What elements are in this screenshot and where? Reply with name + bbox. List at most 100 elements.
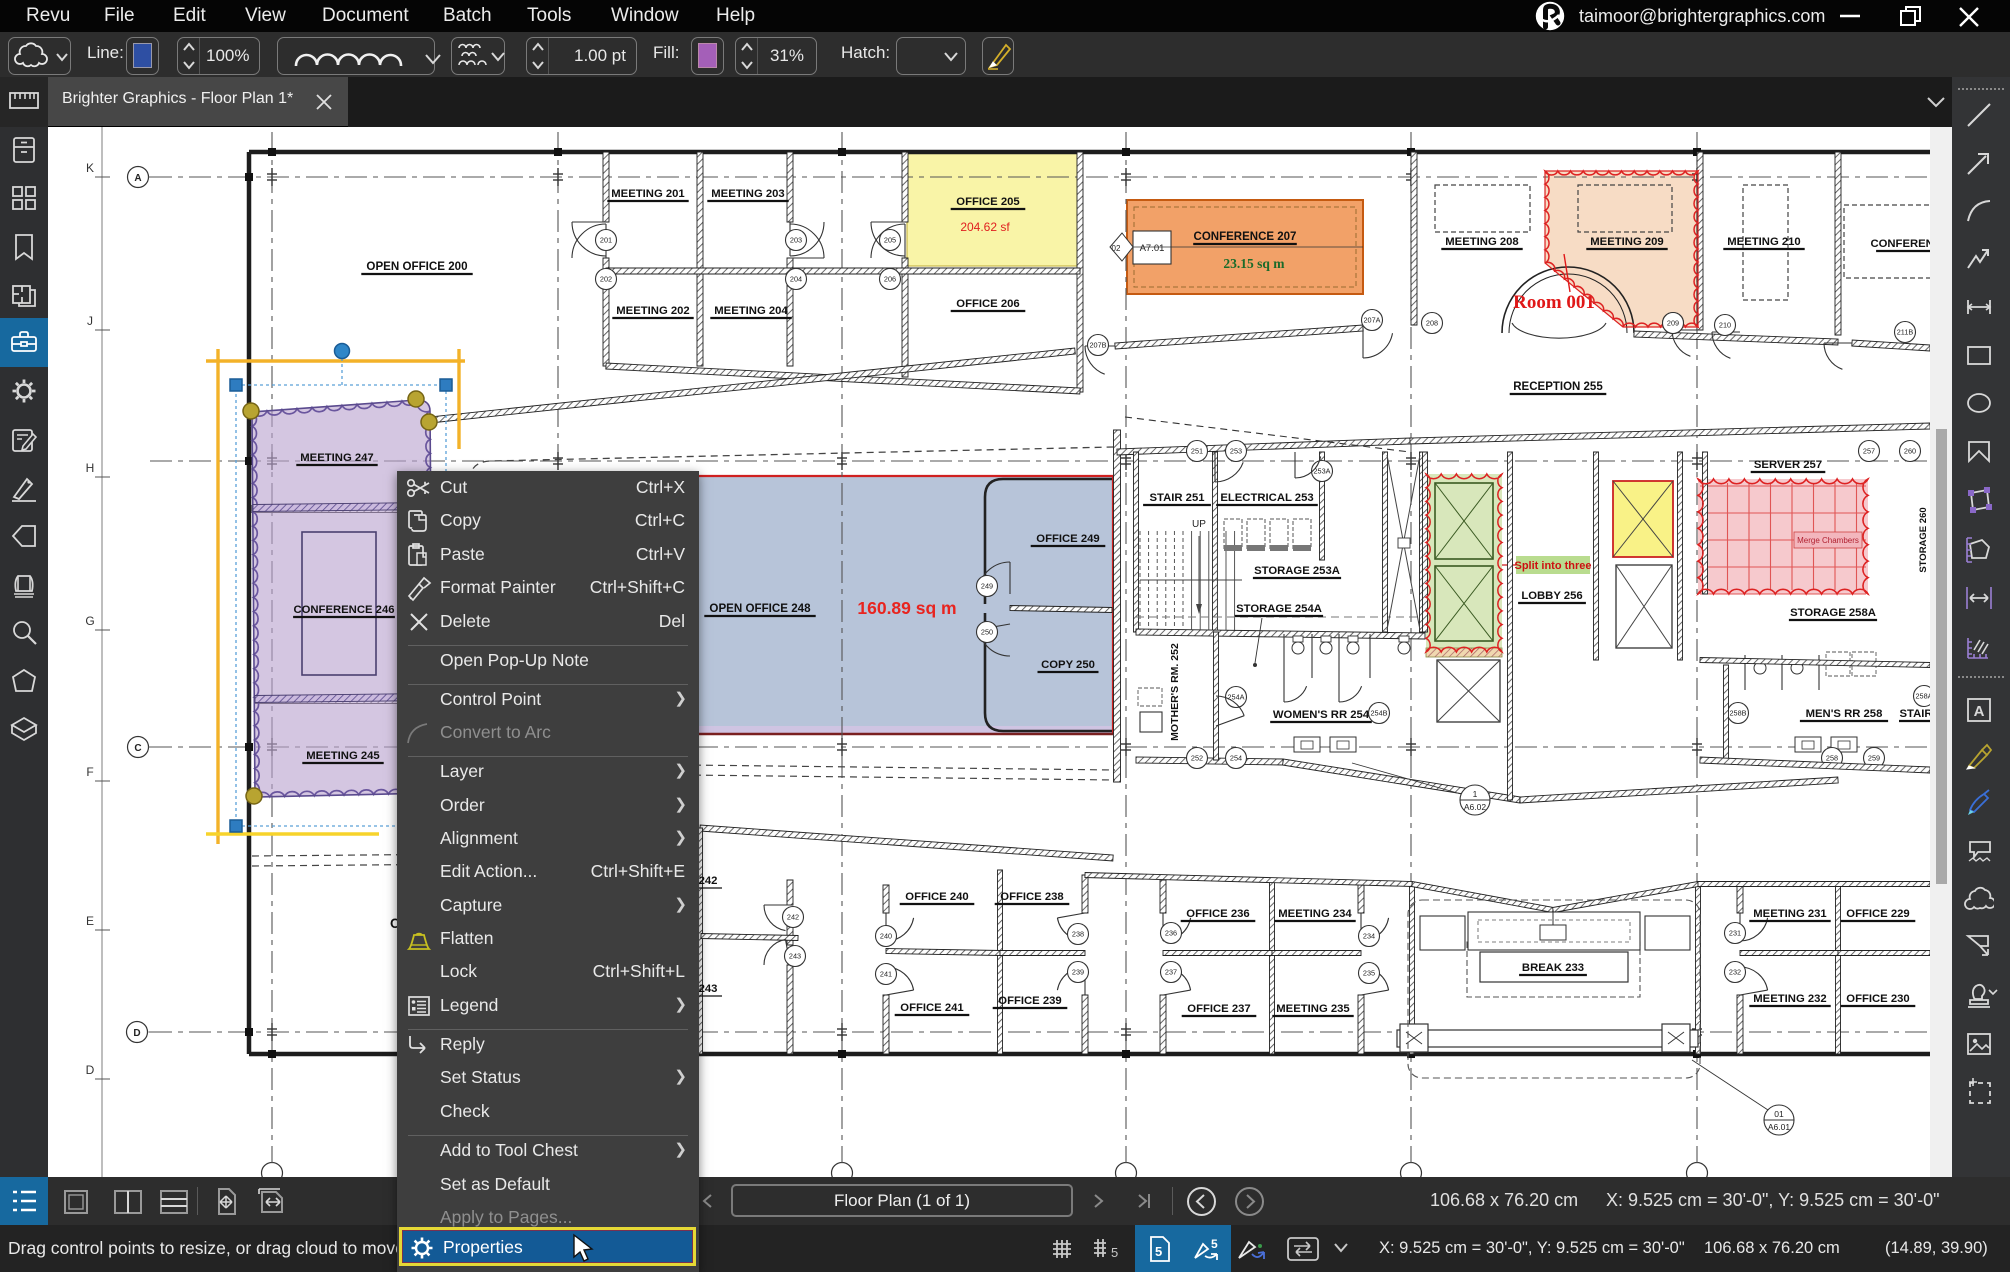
svg-text:211B: 211B xyxy=(1897,328,1914,337)
svg-text:240: 240 xyxy=(880,932,892,941)
svg-text:5: 5 xyxy=(1211,1237,1218,1251)
svg-text:OFFICE 241: OFFICE 241 xyxy=(900,1002,963,1014)
svg-text:COPY 250: COPY 250 xyxy=(1041,659,1095,671)
svg-text:STAIR: STAIR xyxy=(1899,708,1930,720)
svg-text:MEETING 234: MEETING 234 xyxy=(1278,908,1352,920)
svg-text:254: 254 xyxy=(1230,754,1242,763)
svg-text:210: 210 xyxy=(1719,321,1731,330)
svg-text:STORAGE 260: STORAGE 260 xyxy=(1918,507,1929,572)
svg-text:F: F xyxy=(86,765,93,779)
svg-text:MEETING 247: MEETING 247 xyxy=(300,452,373,464)
svg-text:ELECTRICAL 253: ELECTRICAL 253 xyxy=(1220,492,1313,504)
svg-text:02: 02 xyxy=(1112,244,1121,253)
svg-text:236: 236 xyxy=(1165,929,1177,938)
svg-text:OFFICE 249: OFFICE 249 xyxy=(1036,533,1099,545)
svg-text:MEETING 245: MEETING 245 xyxy=(306,750,379,762)
svg-text:257: 257 xyxy=(1863,447,1875,456)
svg-text:WOMEN'S RR 254: WOMEN'S RR 254 xyxy=(1273,709,1370,721)
svg-text:C: C xyxy=(134,743,141,754)
svg-text:STORAGE 253A: STORAGE 253A xyxy=(1254,565,1340,577)
svg-text:UP: UP xyxy=(1192,519,1206,530)
svg-text:MEETING 210: MEETING 210 xyxy=(1727,236,1800,248)
svg-text:OPEN OFFICE 248: OPEN OFFICE 248 xyxy=(709,602,811,615)
svg-text:D: D xyxy=(133,1028,140,1039)
svg-text:204.62 sf: 204.62 sf xyxy=(960,220,1010,234)
svg-text:CONFERENCE: CONFERENCE xyxy=(1870,238,1930,250)
svg-text:204: 204 xyxy=(790,275,802,284)
svg-text:234: 234 xyxy=(1363,932,1375,941)
svg-text:231: 231 xyxy=(1729,929,1741,938)
svg-text:CONFERENCE 207: CONFERENCE 207 xyxy=(1194,231,1297,243)
svg-text:206: 206 xyxy=(884,275,896,284)
svg-text:208: 208 xyxy=(1426,319,1438,328)
svg-text:232: 232 xyxy=(1729,968,1741,977)
svg-text:MEETING 202: MEETING 202 xyxy=(616,305,689,317)
svg-text:OFFICE 236: OFFICE 236 xyxy=(1186,908,1249,920)
svg-text:MEETING 209: MEETING 209 xyxy=(1590,236,1663,248)
svg-text:CONFERENCE 246: CONFERENCE 246 xyxy=(293,604,394,616)
svg-text:205: 205 xyxy=(884,236,896,245)
svg-text:STORAGE 254A: STORAGE 254A xyxy=(1236,603,1322,615)
svg-text:MEETING 231: MEETING 231 xyxy=(1753,908,1826,920)
svg-text:160.89 sq m: 160.89 sq m xyxy=(857,598,956,618)
svg-text:Room 001: Room 001 xyxy=(1513,292,1595,313)
svg-text:H: H xyxy=(86,461,95,475)
svg-text:OFFICE 238: OFFICE 238 xyxy=(1000,891,1063,903)
svg-text:258B: 258B xyxy=(1729,709,1746,718)
svg-text:259: 259 xyxy=(1868,754,1880,763)
svg-text:MEETING 201: MEETING 201 xyxy=(611,188,684,200)
svg-text:5: 5 xyxy=(1111,1245,1118,1260)
svg-text:E: E xyxy=(86,914,94,928)
svg-text:MEETING 235: MEETING 235 xyxy=(1276,1003,1349,1015)
svg-text:G: G xyxy=(85,614,94,628)
svg-text:201: 201 xyxy=(600,236,612,245)
svg-text:SERVER 257: SERVER 257 xyxy=(1754,459,1822,471)
svg-text:STORAGE 258A: STORAGE 258A xyxy=(1790,607,1876,619)
svg-text:STAIR 251: STAIR 251 xyxy=(1149,492,1204,504)
svg-text:LOBBY 256: LOBBY 256 xyxy=(1521,590,1582,602)
svg-text:RECEPTION 255: RECEPTION 255 xyxy=(1513,381,1603,393)
svg-text:258A: 258A xyxy=(1915,692,1930,701)
svg-text:OFFICE 229: OFFICE 229 xyxy=(1846,908,1909,920)
svg-text:238: 238 xyxy=(1072,930,1084,939)
svg-text:207A: 207A xyxy=(1363,316,1380,325)
svg-text:207B: 207B xyxy=(1089,341,1106,350)
svg-text:243: 243 xyxy=(699,983,718,995)
svg-text:254B: 254B xyxy=(1370,709,1387,718)
svg-text:239: 239 xyxy=(1072,968,1084,977)
svg-text:OPEN OFFICE 200: OPEN OFFICE 200 xyxy=(366,260,467,273)
svg-text:A6.01: A6.01 xyxy=(1768,1122,1790,1132)
svg-text:249: 249 xyxy=(981,582,993,591)
svg-text:260: 260 xyxy=(1904,447,1916,456)
svg-text:MOTHER'S RM. 252: MOTHER'S RM. 252 xyxy=(1169,643,1181,741)
svg-text:OFFICE 206: OFFICE 206 xyxy=(956,298,1019,310)
svg-text:254A: 254A xyxy=(1227,693,1244,702)
svg-text:A: A xyxy=(134,173,141,184)
svg-text:MEETING 204: MEETING 204 xyxy=(714,305,788,317)
svg-text:235: 235 xyxy=(1363,969,1375,978)
svg-text:A6.02: A6.02 xyxy=(1464,802,1486,812)
svg-text:242: 242 xyxy=(699,875,718,887)
svg-text:242: 242 xyxy=(787,913,799,922)
svg-text:BREAK 233: BREAK 233 xyxy=(1522,962,1584,974)
svg-text:MEETING 203: MEETING 203 xyxy=(711,188,784,200)
svg-text:243: 243 xyxy=(789,952,801,961)
svg-text:OFFICE 240: OFFICE 240 xyxy=(905,891,968,903)
svg-text:MEN'S RR 258: MEN'S RR 258 xyxy=(1806,708,1883,720)
svg-text:MEETING 208: MEETING 208 xyxy=(1445,236,1518,248)
svg-text:258: 258 xyxy=(1826,754,1838,763)
svg-text:5: 5 xyxy=(1155,1244,1162,1259)
svg-text:K: K xyxy=(86,161,94,175)
svg-text:237: 237 xyxy=(1165,968,1177,977)
svg-text:252: 252 xyxy=(1191,754,1203,763)
svg-text:23.15 sq m: 23.15 sq m xyxy=(1223,256,1285,271)
svg-text:A: A xyxy=(1974,703,1985,720)
svg-text:241: 241 xyxy=(880,970,892,979)
svg-text:MEETING 232: MEETING 232 xyxy=(1753,993,1826,1005)
svg-text:Split into three: Split into three xyxy=(1515,560,1592,572)
svg-text:01: 01 xyxy=(1774,1109,1784,1119)
svg-text:Merge Chambers: Merge Chambers xyxy=(1797,536,1859,545)
svg-text:OFFICE 230: OFFICE 230 xyxy=(1846,993,1909,1005)
svg-text:250: 250 xyxy=(981,628,993,637)
svg-text:A7.01: A7.01 xyxy=(1140,243,1165,254)
